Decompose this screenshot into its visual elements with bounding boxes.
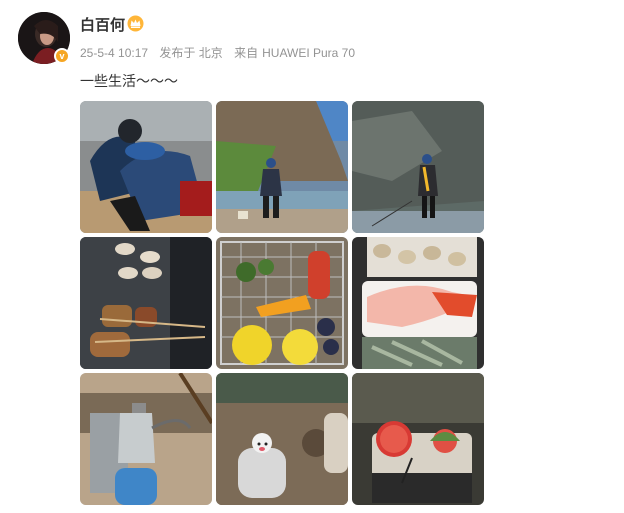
photo-3[interactable]: [352, 101, 484, 233]
photo-6[interactable]: [352, 237, 484, 369]
post-text: 一些生活～～～: [80, 73, 178, 89]
post-device[interactable]: HUAWEI Pura 70: [262, 46, 355, 60]
photo-2[interactable]: [216, 101, 348, 233]
post-date[interactable]: 25-5-4 10:17: [80, 46, 148, 60]
photo-5[interactable]: [216, 237, 348, 369]
post-source-prefix: 来自: [234, 46, 259, 60]
vip-badge-icon: v: [54, 48, 70, 64]
weibo-post: v 白百何 25-5-4 10:17 发布于 北京 来自 HUAWEI Pura …: [0, 0, 624, 513]
photo-4[interactable]: [80, 237, 212, 369]
post-meta: 25-5-4 10:17 发布于 北京 来自 HUAWEI Pura 70: [80, 44, 355, 61]
photo-7[interactable]: [80, 373, 212, 505]
crown-icon: [127, 15, 144, 32]
post-location: 发布于 北京: [159, 46, 223, 60]
user-name[interactable]: 白百何: [80, 14, 125, 35]
photo-grid: [80, 101, 484, 508]
photo-1[interactable]: [80, 101, 212, 233]
photo-9[interactable]: [352, 373, 484, 505]
photo-8[interactable]: [216, 373, 348, 505]
